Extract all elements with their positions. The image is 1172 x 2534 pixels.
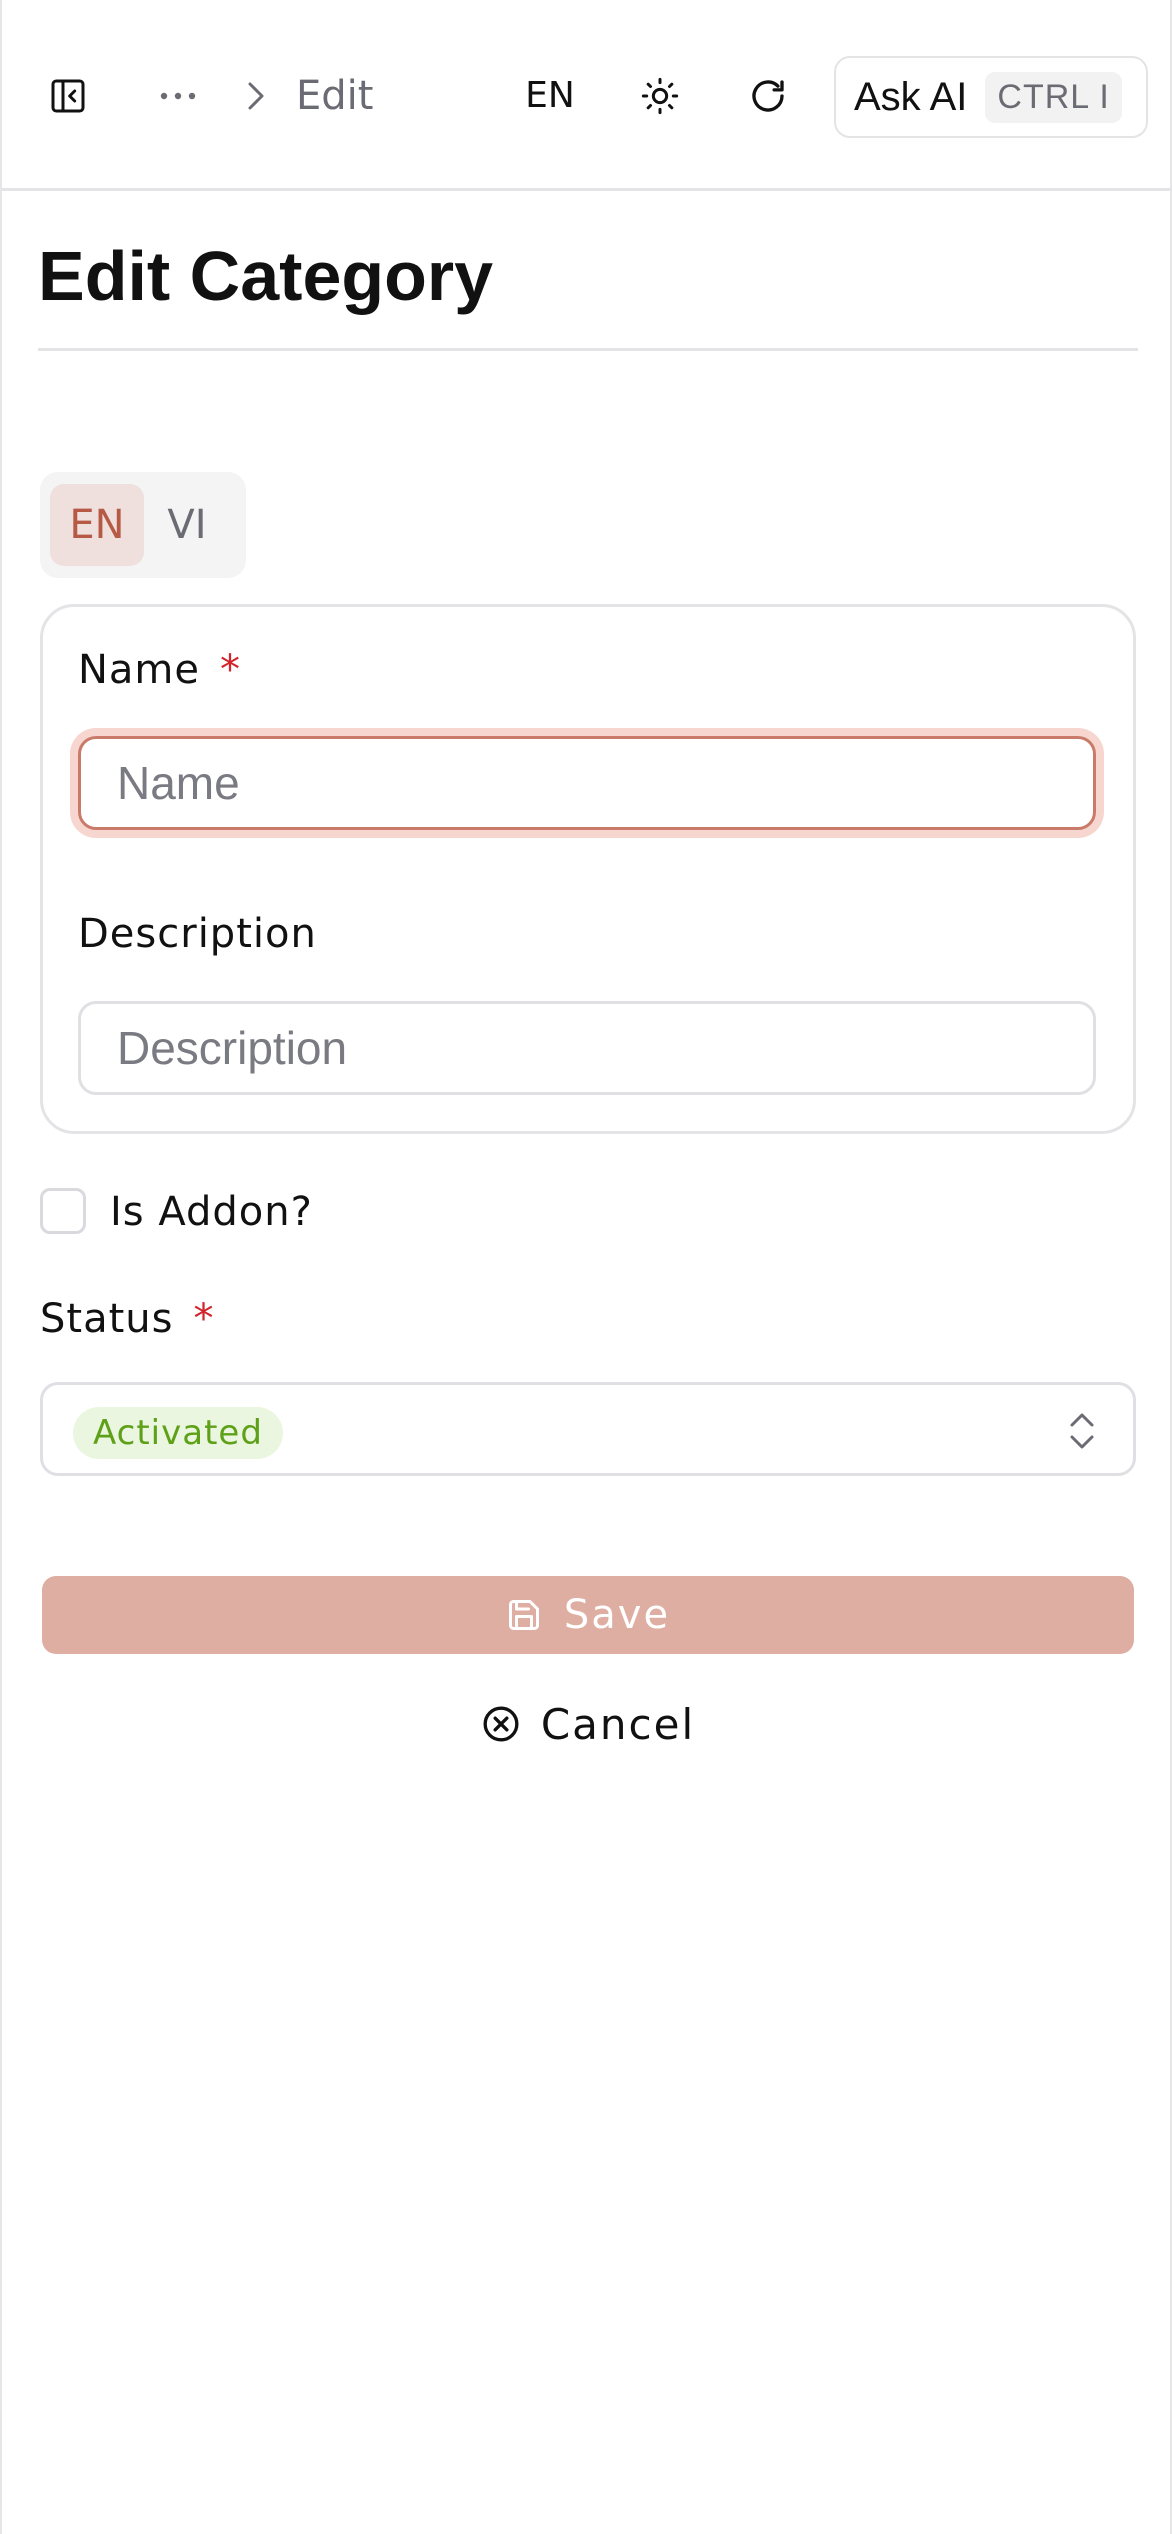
- top-bar: Edit EN Ask AI CTRL I: [2, 0, 1172, 191]
- required-mark: *: [193, 1296, 215, 1342]
- close-circle-icon: [483, 1706, 519, 1742]
- name-label-text: Name: [78, 647, 201, 693]
- refresh-icon[interactable]: [738, 66, 798, 126]
- app-frame: Edit EN Ask AI CTRL I Edit Category EN V…: [0, 0, 1172, 2534]
- language-switcher[interactable]: EN: [514, 68, 586, 124]
- page-title: Edit Category: [38, 237, 494, 315]
- status-badge: Activated: [73, 1407, 283, 1459]
- title-divider: [38, 348, 1138, 351]
- name-label: Name *: [78, 645, 241, 695]
- description-label: Description: [78, 911, 317, 957]
- ask-ai-label: Ask AI: [854, 74, 968, 119]
- save-icon: [508, 1600, 539, 1630]
- is-addon-label[interactable]: Is Addon?: [110, 1188, 313, 1236]
- breadcrumb-current: Edit: [296, 73, 374, 119]
- name-input[interactable]: Name: [78, 736, 1096, 830]
- breadcrumb-separator-icon: [238, 76, 274, 116]
- cancel-label: Cancel: [540, 1699, 696, 1749]
- status-label: Status *: [40, 1294, 214, 1344]
- sun-icon[interactable]: [630, 66, 690, 126]
- status-select[interactable]: Activated: [40, 1382, 1136, 1476]
- ask-ai-shortcut: CTRL I: [985, 71, 1122, 123]
- breadcrumb-more-icon[interactable]: [148, 64, 208, 128]
- save-button[interactable]: Save: [42, 1576, 1134, 1654]
- sidebar-toggle-icon[interactable]: [38, 64, 98, 128]
- tab-en[interactable]: EN: [50, 484, 144, 566]
- save-label: Save: [563, 1592, 671, 1638]
- tab-vi[interactable]: VI: [140, 484, 234, 566]
- status-label-text: Status: [40, 1296, 174, 1342]
- required-mark: *: [220, 647, 242, 693]
- chevron-up-down-icon: [1070, 1413, 1094, 1449]
- description-input[interactable]: Description: [78, 1001, 1096, 1095]
- cancel-button[interactable]: Cancel: [42, 1694, 1134, 1754]
- ask-ai-button[interactable]: Ask AI CTRL I: [834, 56, 1148, 138]
- is-addon-checkbox[interactable]: [40, 1188, 86, 1234]
- language-tabs: EN VI: [40, 472, 246, 578]
